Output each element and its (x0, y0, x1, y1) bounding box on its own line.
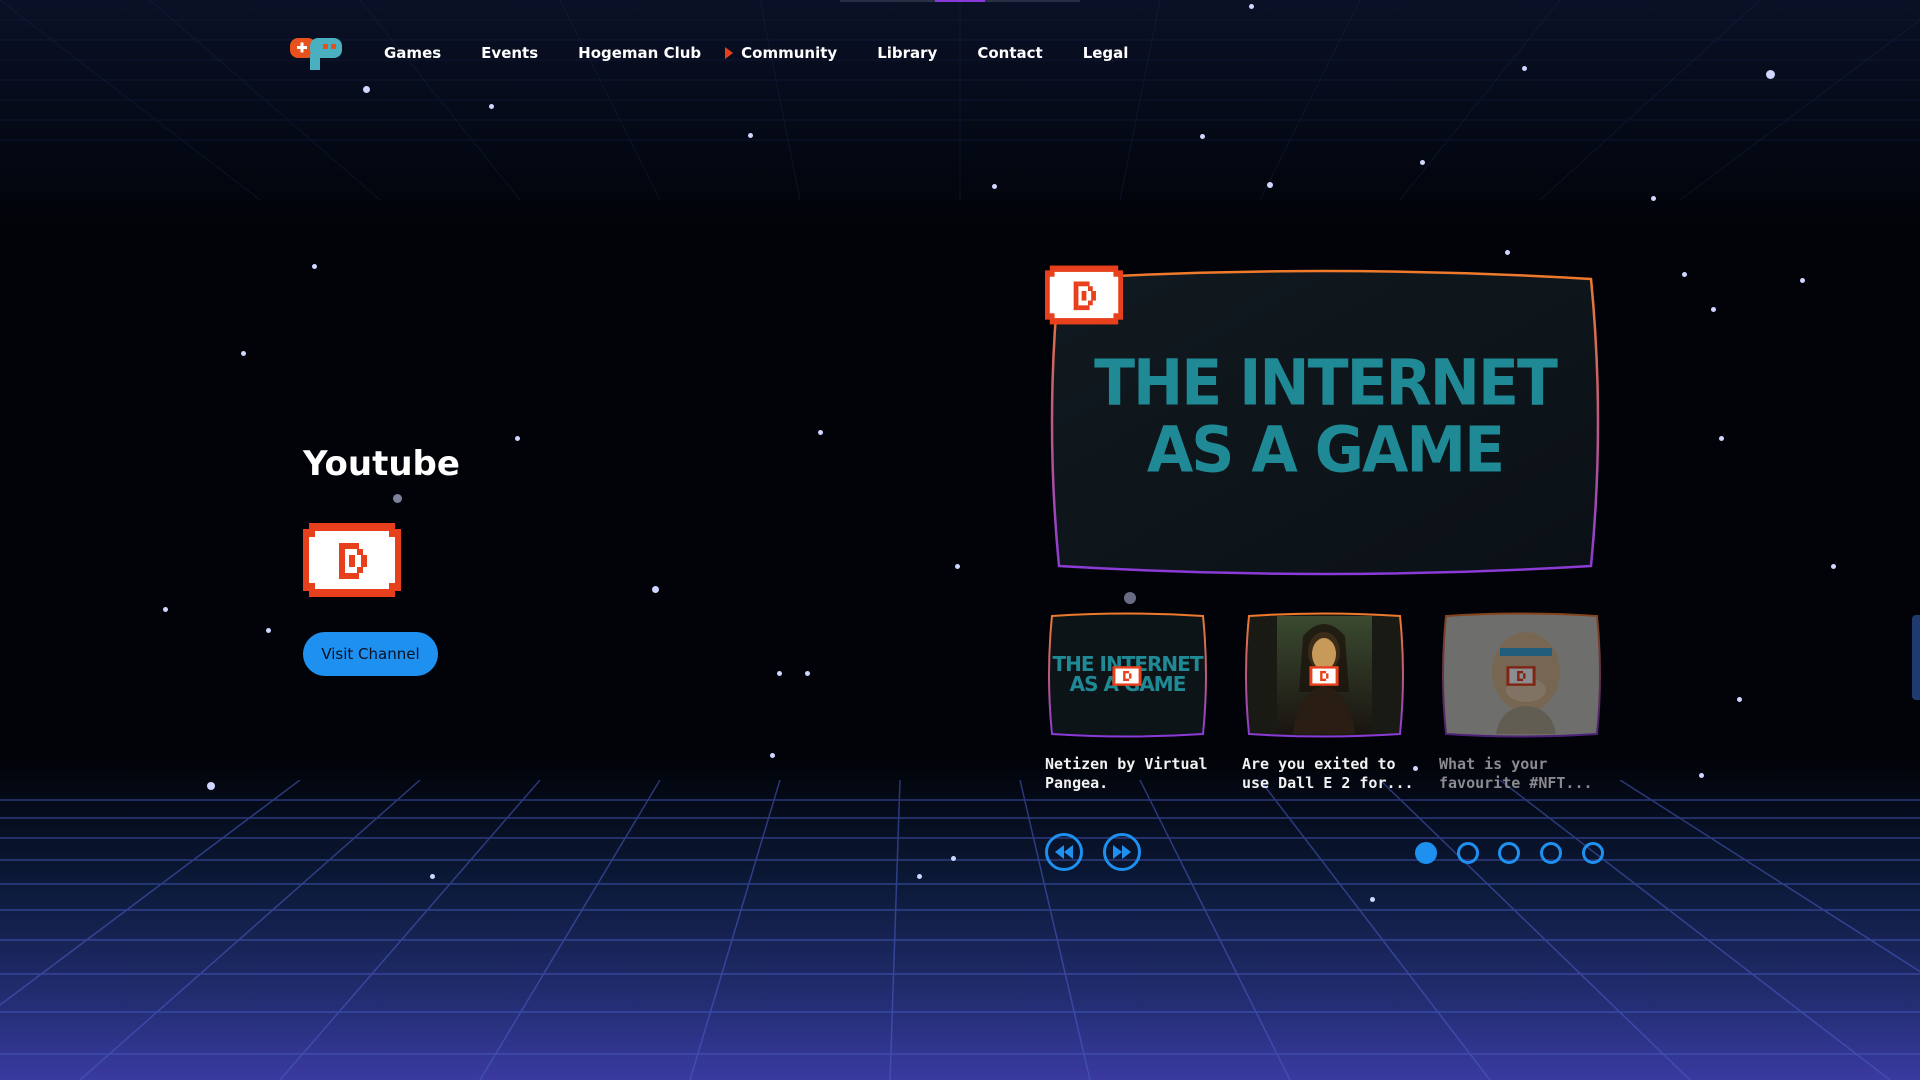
star (1420, 160, 1425, 165)
page-scrollbar[interactable] (1912, 615, 1920, 700)
rewind-icon (1055, 845, 1073, 859)
nav-games-label: Games (384, 44, 442, 62)
nav-events[interactable]: Events (481, 44, 538, 62)
play-icon[interactable] (1309, 665, 1339, 687)
star (818, 430, 823, 435)
star (917, 874, 922, 879)
page-background (0, 0, 1920, 1080)
video-thumbnail-1[interactable]: THE INTERNET AS A GAME (1046, 612, 1209, 738)
main-nav: Games Events Hogeman Club Community Libr… (384, 44, 1168, 62)
star (1370, 897, 1375, 902)
star (951, 856, 956, 861)
star (1124, 592, 1136, 604)
star (955, 564, 960, 569)
featured-text-line1: THE INTERNET (1094, 346, 1558, 421)
nav-contact[interactable]: Contact (977, 44, 1042, 62)
star (1719, 436, 1724, 441)
star (1651, 196, 1656, 201)
nav-legal-label: Legal (1082, 44, 1129, 62)
carousel-dot-2[interactable] (1457, 842, 1479, 864)
star (777, 671, 782, 676)
star (1711, 307, 1716, 312)
star (1682, 272, 1687, 277)
video-thumbnail-3[interactable] (1440, 612, 1603, 738)
carousel-dot-5[interactable] (1582, 842, 1604, 864)
star (241, 351, 246, 356)
site-header: Games Events Hogeman Club Community Libr… (0, 0, 1920, 110)
active-arrow-icon (725, 47, 734, 59)
star (1505, 250, 1510, 255)
star (1267, 182, 1273, 188)
fast-forward-icon (1113, 845, 1131, 859)
star (652, 586, 659, 593)
star (266, 628, 271, 633)
gamepad-logo[interactable] (288, 34, 346, 74)
nav-community-label: Community (741, 44, 838, 62)
star (163, 607, 168, 612)
carousel-dot-1[interactable] (1415, 842, 1437, 864)
star (770, 753, 775, 758)
channel-title: Youtube (303, 444, 460, 484)
previous-button[interactable] (1045, 833, 1083, 871)
star (515, 436, 520, 441)
nav-hogeman-club[interactable]: Hogeman Club (578, 44, 701, 62)
play-icon[interactable] (1112, 665, 1142, 687)
visit-channel-button[interactable]: Visit Channel (303, 632, 438, 676)
carousel-dot-3[interactable] (1498, 842, 1520, 864)
carousel-dot-4[interactable] (1540, 842, 1562, 864)
star (1699, 773, 1704, 778)
bottom-grid (0, 780, 1920, 1080)
play-icon[interactable] (1506, 665, 1536, 687)
nav-library[interactable]: Library (877, 44, 937, 62)
star (748, 133, 753, 138)
star (1831, 564, 1836, 569)
nav-events-label: Events (481, 44, 539, 62)
featured-image-text: THE INTERNET AS A GAME (1045, 350, 1605, 484)
next-button[interactable] (1103, 833, 1141, 871)
star (430, 874, 435, 879)
play-icon[interactable] (1045, 265, 1123, 325)
star (393, 494, 402, 503)
nav-community[interactable]: Community (725, 44, 837, 62)
top-indicator-accent (935, 0, 985, 2)
star (992, 184, 997, 189)
star (312, 264, 317, 269)
star (805, 671, 810, 676)
video-thumbnail-2[interactable] (1243, 612, 1406, 738)
thumbnail-caption-3[interactable]: What is your favourite #NFT... (1439, 755, 1619, 793)
star (1800, 278, 1805, 283)
star (1200, 134, 1205, 139)
star (207, 782, 215, 790)
youtube-pixel-icon[interactable] (303, 523, 401, 597)
featured-text-line2: AS A GAME (1146, 413, 1505, 488)
star (1737, 697, 1742, 702)
thumbnail-caption-1[interactable]: Netizen by Virtual Pangea. (1045, 755, 1225, 793)
featured-video[interactable]: THE INTERNET AS A GAME (1045, 265, 1605, 580)
nav-legal[interactable]: Legal (1083, 44, 1129, 62)
nav-games[interactable]: Games (384, 44, 441, 62)
nav-library-label: Library (877, 44, 938, 62)
nav-contact-label: Contact (977, 44, 1043, 62)
nav-hogeman-club-label: Hogeman Club (578, 44, 702, 62)
thumbnail-caption-2[interactable]: Are you exited to use Dall E 2 for... (1242, 755, 1422, 793)
